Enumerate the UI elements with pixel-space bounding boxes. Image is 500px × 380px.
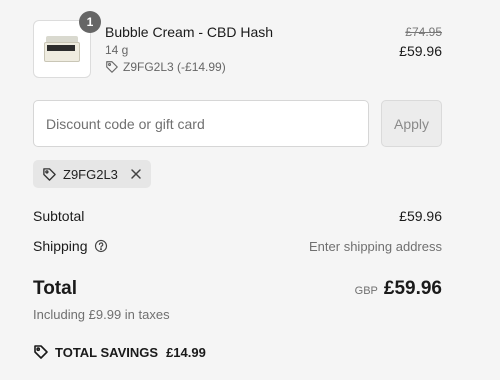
discount-code-input[interactable] [33, 100, 369, 147]
total-savings: TOTAL SAVINGS £14.99 [33, 344, 206, 360]
total-row: Total GBP £59.96 [33, 278, 442, 300]
product-title: Bubble Cream - CBD Hash [105, 24, 274, 40]
applied-discount-code: Z9FG2L3 [33, 160, 151, 188]
subtotal-row: Subtotal £59.96 [33, 208, 442, 224]
taxes-note: Including £9.99 in taxes [33, 307, 170, 322]
tag-icon [43, 167, 56, 181]
total-amount: £59.96 [383, 278, 442, 299]
product-variant: 14 g [105, 43, 129, 57]
item-price: £59.96 [399, 43, 442, 59]
savings-amount: £14.99 [166, 344, 206, 360]
total-label: Total [33, 278, 77, 299]
discount-form: Apply [33, 100, 442, 148]
shipping-value: Enter shipping address [309, 238, 442, 254]
product-jar-icon [43, 36, 81, 62]
compare-at-price: £74.95 [405, 25, 442, 39]
shipping-row: Shipping Enter shipping address [33, 238, 442, 254]
quantity-badge: 1 [79, 11, 101, 33]
savings-label: TOTAL SAVINGS [55, 344, 159, 360]
tag-icon [106, 61, 118, 73]
line-item-discount-text: Z9FG2L3 (-£14.99) [123, 60, 226, 74]
line-item-discount: Z9FG2L3 (-£14.99) [105, 60, 226, 74]
tag-icon [34, 345, 48, 359]
currency-code: GBP [354, 285, 378, 297]
apply-button[interactable]: Apply [381, 100, 442, 147]
subtotal-label: Subtotal [33, 208, 85, 224]
subtotal-value: £59.96 [399, 208, 442, 224]
close-icon[interactable] [130, 168, 142, 180]
applied-code-text: Z9FG2L3 [63, 166, 118, 182]
cart-line-item: 1 Bubble Cream - CBD Hash 14 g Z9FG2L3 (… [33, 11, 442, 80]
help-circle-icon[interactable] [94, 239, 108, 253]
shipping-label: Shipping [33, 238, 88, 254]
